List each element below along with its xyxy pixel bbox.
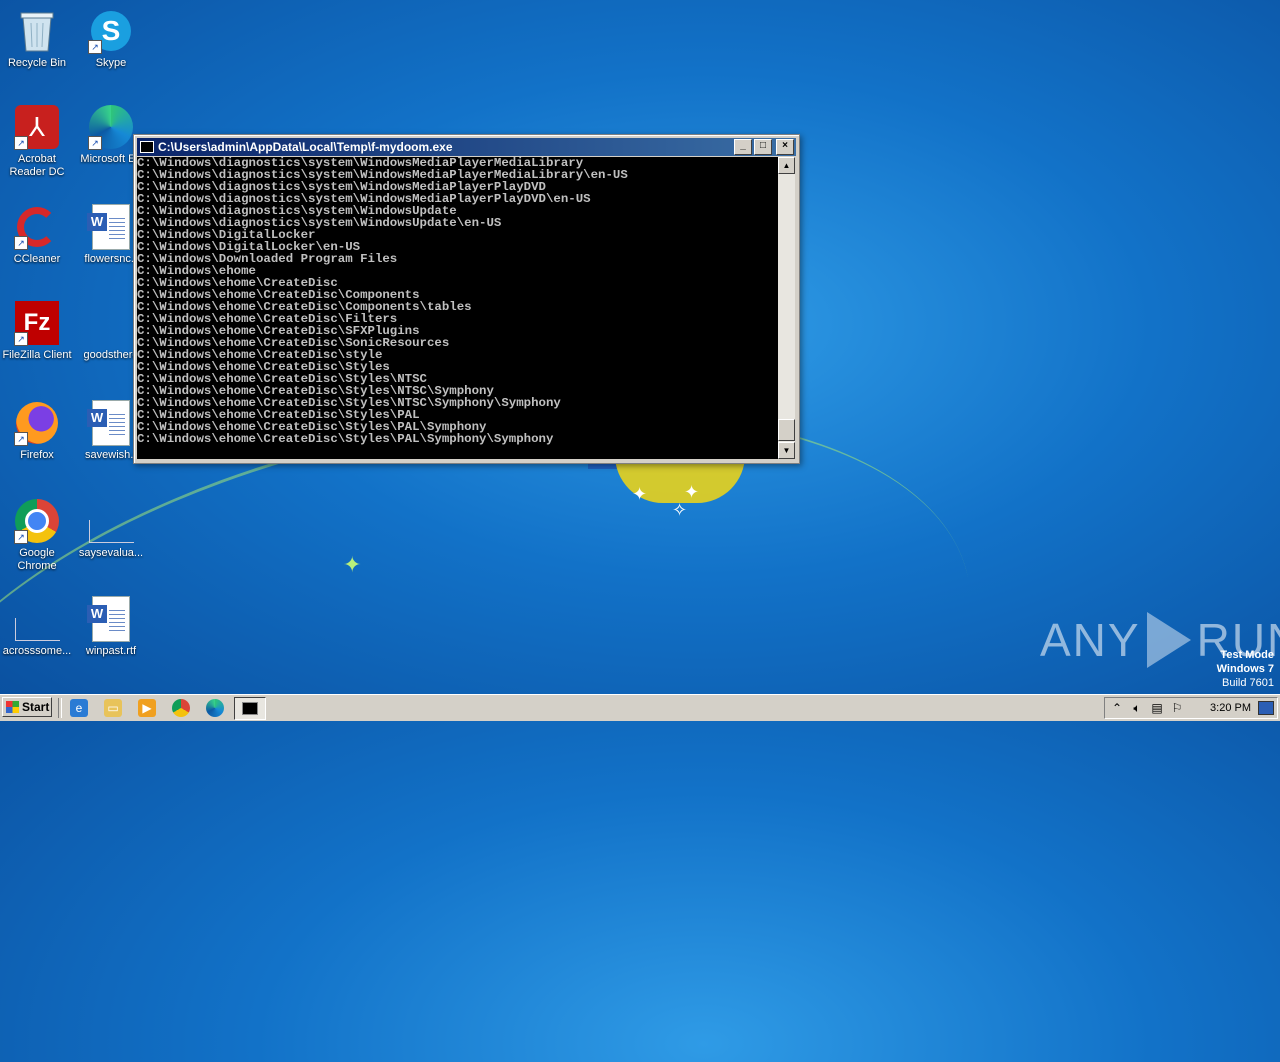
skype-icon: S ↗: [88, 8, 134, 54]
sparkle-icon: ✧: [672, 500, 688, 520]
start-button[interactable]: Start: [2, 697, 52, 717]
chrome-icon: ↗: [14, 498, 60, 544]
media-player-icon[interactable]: ▶: [138, 699, 156, 717]
console-icon: [242, 702, 258, 715]
shortcut-arrow-icon: ↗: [88, 136, 102, 150]
desktop-icon-filezilla[interactable]: Fz ↗ FileZilla Client: [0, 300, 74, 362]
desktop-icon-label: FileZilla Client: [2, 349, 72, 361]
console-titlebar[interactable]: C:\Users\admin\AppData\Local\Temp\f-mydo…: [137, 138, 796, 156]
word-document-icon: W: [87, 204, 134, 250]
scroll-thumb[interactable]: [778, 419, 795, 441]
desktop-icon-label: Skype: [95, 57, 127, 69]
desktop-icon-label: winpast.rtf: [85, 645, 137, 657]
file-explorer-icon[interactable]: ▭: [104, 699, 122, 717]
desktop-icon-label: saysevalua...: [78, 547, 144, 559]
desktop-icon-label: CCleaner: [13, 253, 61, 265]
maximize-button[interactable]: □: [754, 139, 772, 155]
desktop-icon-skype[interactable]: S ↗ Skype: [74, 8, 148, 70]
sparkle-icon: ✦: [632, 484, 648, 504]
window-title: C:\Users\admin\AppData\Local\Temp\f-mydo…: [158, 140, 453, 154]
sparkle-icon: ✦: [343, 552, 362, 577]
test-mode-line: Test Mode: [1220, 649, 1274, 661]
blank-file-icon: [88, 300, 134, 346]
recycle-bin-icon: [14, 8, 60, 54]
taskbar-console-button[interactable]: [234, 697, 266, 720]
shortcut-arrow-icon: ↗: [14, 432, 28, 446]
clock[interactable]: 3:20 PM: [1210, 702, 1251, 714]
desktop-icon-firefox[interactable]: ↗ Firefox: [0, 400, 74, 462]
minimize-button[interactable]: _: [734, 139, 752, 155]
taskbar-separator: [58, 698, 62, 718]
word-document-icon: W: [87, 596, 134, 642]
desktop-icon-label: Firefox: [20, 449, 54, 461]
desktop-icon-saysevalua[interactable]: saysevalua...: [74, 498, 148, 560]
firefox-icon: ↗: [14, 400, 60, 446]
shortcut-arrow-icon: ↗: [14, 530, 28, 544]
word-document-icon: W: [87, 400, 134, 446]
desktop-icon-recycle-bin[interactable]: Recycle Bin: [0, 8, 74, 70]
edge-taskbar-icon[interactable]: [206, 699, 224, 717]
network-icon[interactable]: ▤: [1149, 701, 1165, 715]
ccleaner-icon: ↗: [14, 204, 60, 250]
volume-icon[interactable]: 🔈︎: [1129, 701, 1145, 716]
start-label: Start: [22, 700, 50, 714]
filezilla-icon: Fz ↗: [14, 300, 60, 346]
test-mode-line: Build 7601: [1222, 677, 1274, 689]
vertical-scrollbar[interactable]: ▲ ▼: [778, 157, 795, 459]
desktop-icon-label: acrosssome...: [2, 645, 72, 657]
desktop-icon-acrosssome[interactable]: acrosssome...: [0, 596, 74, 658]
shortcut-arrow-icon: ↗: [14, 332, 28, 346]
console-window[interactable]: C:\Users\admin\AppData\Local\Temp\f-mydo…: [133, 134, 800, 464]
system-tray: ⌃ 🔈︎ ▤ ⚐ 3:20 PM: [1104, 697, 1278, 719]
desktop-icon-chrome[interactable]: ↗ Google Chrome: [0, 498, 74, 573]
taskbar: Start e ▭ ▶ ⌃ 🔈︎ ▤ ⚐ 3:20 PM: [0, 694, 1280, 721]
show-desktop-icon[interactable]: [1258, 701, 1274, 715]
console-line: C:\Windows\ehome\CreateDisc\Styles\PAL\S…: [137, 432, 554, 446]
desktop-icon-acrobat[interactable]: ⅄ ↗ Acrobat Reader DC: [0, 104, 74, 179]
shortcut-arrow-icon: ↗: [88, 40, 102, 54]
edge-icon: ↗: [88, 104, 134, 150]
console-output[interactable]: C:\Windows\diagnostics\system\WindowsMed…: [137, 157, 778, 459]
test-mode-line: Windows 7: [1216, 663, 1274, 675]
internet-explorer-icon[interactable]: e: [70, 699, 88, 717]
desktop-icon-label: Recycle Bin: [7, 57, 67, 69]
chrome-taskbar-icon[interactable]: [172, 699, 190, 717]
acrobat-icon: ⅄ ↗: [14, 104, 60, 150]
desktop-icon-label: Acrobat Reader DC: [9, 153, 65, 178]
scroll-up-button[interactable]: ▲: [778, 157, 795, 174]
shortcut-arrow-icon: ↗: [14, 236, 28, 250]
watermark-text: ANY: [1040, 614, 1141, 666]
blank-file-icon: [14, 596, 60, 642]
console-icon[interactable]: [140, 141, 154, 153]
shortcut-arrow-icon: ↗: [14, 136, 28, 150]
blank-file-icon: [88, 498, 134, 544]
test-mode-notice: Test Mode Windows 7 Build 7601: [1217, 648, 1274, 690]
desktop-icon-winpast[interactable]: W winpast.rtf: [74, 596, 148, 658]
close-button[interactable]: ×: [776, 139, 794, 155]
scroll-down-button[interactable]: ▼: [778, 442, 795, 459]
desktop-icon-label: Google Chrome: [17, 547, 57, 572]
desktop-icon-ccleaner[interactable]: ↗ CCleaner: [0, 204, 74, 266]
action-center-flag-icon[interactable]: ⚐: [1169, 701, 1185, 715]
windows-flag-icon: [6, 701, 19, 713]
play-icon: [1146, 612, 1191, 668]
chevron-up-icon[interactable]: ⌃: [1109, 701, 1125, 715]
